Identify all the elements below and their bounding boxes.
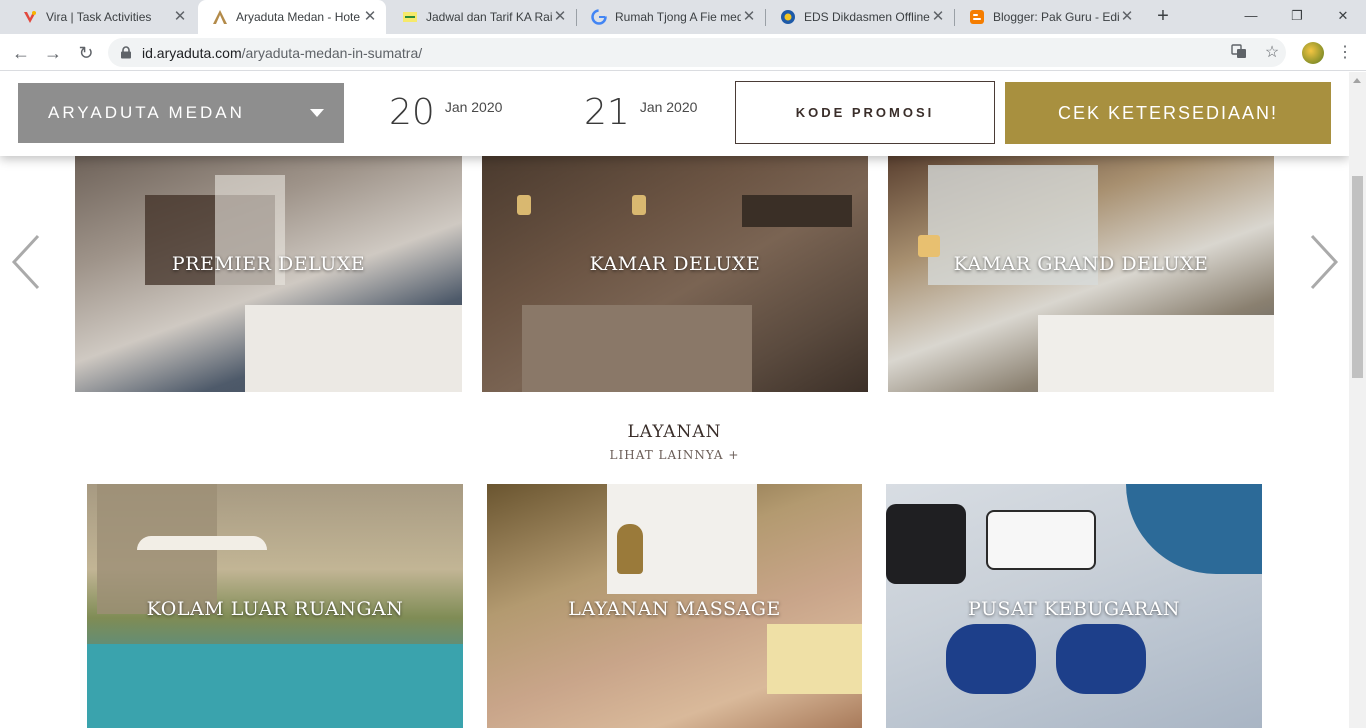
url-path: /aryaduta-medan-in-sumatra/ bbox=[241, 44, 423, 61]
reload-button[interactable]: ↻ bbox=[73, 40, 99, 66]
blogger-icon bbox=[969, 9, 985, 25]
close-icon[interactable]: ✕ bbox=[172, 9, 188, 25]
minimize-button[interactable]: — bbox=[1228, 6, 1274, 26]
service-label: LAYANAN MASSAGE bbox=[568, 598, 781, 620]
close-window-button[interactable]: ✕ bbox=[1320, 6, 1366, 26]
hotel-select[interactable]: ARYADUTA MEDAN bbox=[18, 83, 344, 143]
carousel-prev-icon[interactable] bbox=[10, 234, 42, 290]
lock-icon bbox=[120, 46, 132, 59]
room-photo-bed bbox=[522, 305, 752, 392]
page-scrollbar[interactable] bbox=[1349, 72, 1366, 728]
back-button[interactable]: ← bbox=[8, 40, 34, 66]
tab-title: EDS Dikdasmen Offline bbox=[804, 10, 930, 24]
checkout-day: 21 bbox=[584, 92, 630, 133]
forward-button[interactable]: → bbox=[40, 40, 66, 66]
tab-vira[interactable]: Vira | Task Activities ✕ bbox=[8, 0, 196, 34]
scroll-up-icon[interactable] bbox=[1353, 78, 1361, 83]
room-label: KAMAR DELUXE bbox=[589, 253, 761, 275]
booking-bar: ARYADUTA MEDAN 20 Jan 2020 21 Jan 2020 K… bbox=[0, 72, 1349, 156]
tab-title: Aryaduta Medan - Hote bbox=[236, 10, 361, 24]
close-icon[interactable]: ✕ bbox=[930, 9, 946, 25]
restore-button[interactable]: ❐ bbox=[1274, 6, 1320, 26]
service-label: PUSAT KEBUGARAN bbox=[968, 598, 1180, 620]
kai-icon bbox=[402, 9, 418, 25]
profile-avatar[interactable] bbox=[1302, 42, 1324, 64]
tab-title: Vira | Task Activities bbox=[46, 10, 152, 24]
checkout-date[interactable]: 21 Jan 2020 bbox=[584, 92, 697, 133]
service-card-outdoor-pool[interactable]: KOLAM LUAR RUANGAN bbox=[87, 484, 463, 728]
tab-blogger[interactable]: Blogger: Pak Guru - Edi ✕ bbox=[955, 0, 1143, 34]
page-viewport: ARYADUTA MEDAN 20 Jan 2020 21 Jan 2020 K… bbox=[0, 72, 1349, 728]
service-photo-pool bbox=[87, 644, 463, 728]
tab-title: Rumah Tjong A Fie med bbox=[615, 10, 741, 24]
room-card-premier-deluxe[interactable]: PREMIER DELUXE bbox=[75, 155, 462, 392]
close-icon[interactable]: ✕ bbox=[552, 9, 568, 25]
room-photo-bed bbox=[1038, 315, 1274, 392]
room-card-kamar-grand-deluxe[interactable]: KAMAR GRAND DELUXE bbox=[888, 155, 1274, 392]
hotel-select-value: ARYADUTA MEDAN bbox=[48, 103, 245, 122]
scrollbar-thumb[interactable] bbox=[1352, 176, 1363, 378]
see-more-link[interactable]: LIHAT LAINNYA + bbox=[0, 448, 1349, 462]
service-photo-towel bbox=[767, 624, 862, 694]
checkout-month: Jan 2020 bbox=[639, 99, 698, 115]
kemdikbud-icon bbox=[780, 9, 796, 25]
checkin-date[interactable]: 20 Jan 2020 bbox=[389, 92, 502, 133]
tab-title: Blogger: Pak Guru - Edi bbox=[993, 10, 1119, 24]
service-card-massage[interactable]: LAYANAN MASSAGE bbox=[487, 484, 862, 728]
tab-google[interactable]: Rumah Tjong A Fie med ✕ bbox=[577, 0, 765, 34]
tab-aryaduta[interactable]: Aryaduta Medan - Hote ✕ bbox=[198, 0, 386, 34]
google-icon bbox=[591, 9, 607, 25]
room-label: PREMIER DELUXE bbox=[171, 253, 366, 275]
service-photo-dumbbell bbox=[1056, 624, 1146, 694]
room-photo-lamp bbox=[632, 195, 646, 215]
browser-toolbar: ← → ↻ id.aryaduta.com/aryaduta-medan-in-… bbox=[0, 34, 1366, 71]
room-photo-bed bbox=[245, 305, 462, 392]
room-photo-lamp bbox=[517, 195, 531, 215]
vira-icon bbox=[22, 9, 38, 25]
service-card-fitness[interactable]: PUSAT KEBUGARAN bbox=[886, 484, 1262, 728]
tab-eds[interactable]: EDS Dikdasmen Offline ✕ bbox=[766, 0, 954, 34]
service-photo-umbrella bbox=[137, 536, 267, 550]
promo-code-button[interactable]: KODE PROMOSI bbox=[735, 81, 995, 144]
address-bar[interactable]: id.aryaduta.com/aryaduta-medan-in-sumatr… bbox=[108, 38, 1286, 67]
service-label: KOLAM LUAR RUANGAN bbox=[146, 598, 404, 620]
url-host: id.aryaduta.com bbox=[142, 44, 242, 61]
service-photo-scale bbox=[986, 510, 1096, 570]
service-photo-statue bbox=[617, 524, 643, 574]
check-availability-button[interactable]: CEK KETERSEDIAAN! bbox=[1005, 82, 1331, 144]
aryaduta-icon bbox=[212, 9, 228, 25]
service-photo-ball bbox=[1126, 484, 1262, 574]
translate-icon[interactable] bbox=[1229, 43, 1249, 63]
carousel-next-icon[interactable] bbox=[1308, 234, 1340, 290]
checkin-month: Jan 2020 bbox=[444, 99, 503, 115]
chevron-down-icon bbox=[310, 109, 324, 117]
bookmark-star-icon[interactable]: ☆ bbox=[1262, 43, 1282, 63]
menu-kebab-icon[interactable]: ⋮ bbox=[1335, 43, 1355, 63]
service-photo-dumbbell bbox=[946, 624, 1036, 694]
close-icon[interactable]: ✕ bbox=[741, 9, 757, 25]
tab-strip: Vira | Task Activities ✕ Aryaduta Medan … bbox=[0, 0, 1366, 34]
close-icon[interactable]: ✕ bbox=[362, 9, 378, 25]
room-label: KAMAR GRAND DELUXE bbox=[953, 253, 1209, 275]
close-icon[interactable]: ✕ bbox=[1119, 9, 1135, 25]
tab-kai[interactable]: Jadwal dan Tarif KA Rail ✕ bbox=[388, 0, 576, 34]
tab-title: Jadwal dan Tarif KA Rail bbox=[426, 10, 552, 24]
room-card-kamar-deluxe[interactable]: KAMAR DELUXE bbox=[482, 155, 868, 392]
section-title: LAYANAN bbox=[627, 422, 722, 442]
new-tab-button[interactable]: + bbox=[1152, 6, 1174, 27]
service-photo-shoes bbox=[886, 504, 966, 584]
room-photo-artwork bbox=[742, 195, 852, 227]
checkin-day: 20 bbox=[389, 92, 435, 133]
